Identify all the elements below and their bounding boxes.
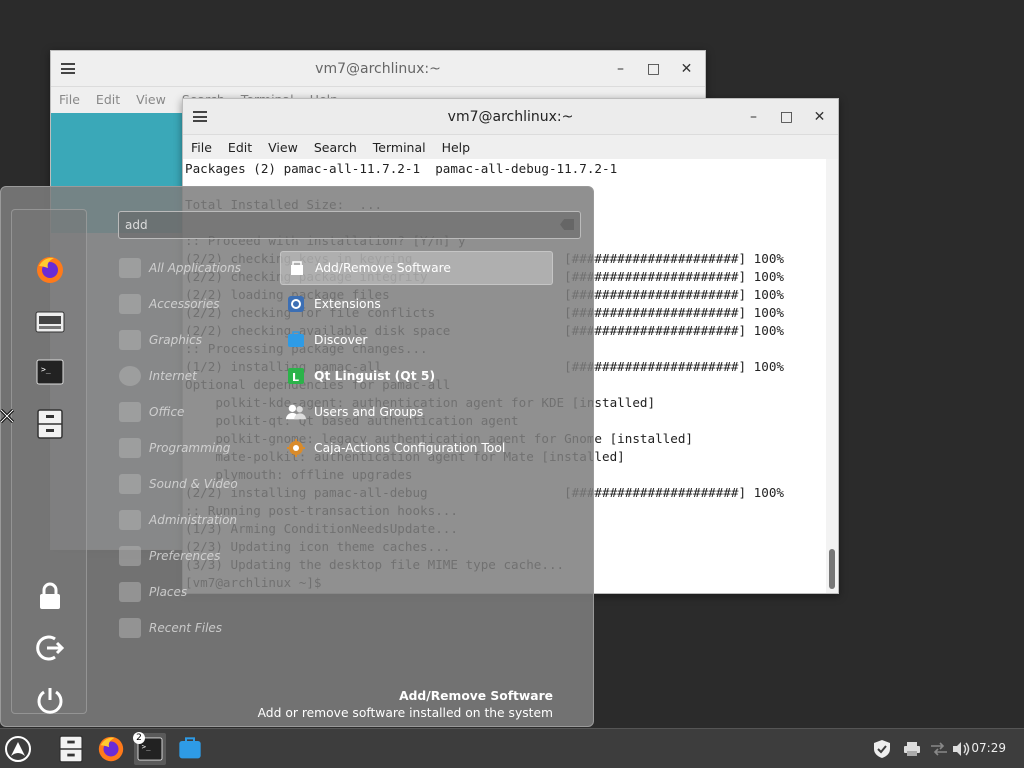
firefox-icon[interactable] bbox=[32, 252, 68, 288]
category-preferences[interactable]: Preferences bbox=[119, 541, 269, 571]
hamburger-menu-icon[interactable] bbox=[193, 111, 207, 122]
power-icon[interactable] bbox=[32, 682, 68, 718]
app-qt-linguist[interactable]: L Qt Linguist (Qt 5) bbox=[280, 359, 553, 393]
grid-icon bbox=[119, 258, 141, 278]
favorites-bar: >_ bbox=[11, 209, 87, 714]
file-cabinet-icon[interactable] bbox=[32, 406, 68, 442]
menubar: File Edit View Search Terminal Help bbox=[183, 135, 838, 159]
hamburger-menu-icon[interactable] bbox=[61, 63, 75, 74]
office-icon bbox=[119, 402, 141, 422]
menu-terminal[interactable]: Terminal bbox=[365, 140, 434, 155]
package-icon bbox=[287, 258, 307, 278]
maximize-icon[interactable]: □ bbox=[770, 109, 803, 125]
minimize-icon[interactable]: – bbox=[737, 109, 770, 125]
menu-view[interactable]: View bbox=[128, 92, 174, 107]
scrollbar[interactable] bbox=[826, 159, 838, 593]
menu-file[interactable]: File bbox=[51, 92, 88, 107]
terminal-icon[interactable]: >_ bbox=[32, 354, 68, 390]
discover-icon bbox=[286, 330, 306, 350]
x-cursor-icon bbox=[0, 409, 14, 423]
svg-text:L: L bbox=[292, 371, 299, 384]
menu-edit[interactable]: Edit bbox=[88, 92, 128, 107]
category-administration[interactable]: Administration bbox=[119, 505, 269, 535]
recent-icon bbox=[119, 618, 141, 638]
search-box[interactable] bbox=[118, 211, 581, 239]
category-office[interactable]: Office bbox=[119, 397, 269, 427]
search-input[interactable] bbox=[125, 216, 545, 234]
firefox-icon bbox=[98, 736, 124, 762]
application-menu: >_ All Applications Accessories Graphics… bbox=[0, 186, 594, 727]
app-menu-button[interactable] bbox=[2, 733, 34, 765]
menu-edit[interactable]: Edit bbox=[220, 140, 260, 155]
app-users-and-groups[interactable]: Users and Groups bbox=[280, 395, 553, 429]
file-cabinet-icon bbox=[59, 735, 83, 763]
taskbar-firefox[interactable] bbox=[95, 733, 127, 765]
media-icon bbox=[119, 474, 141, 494]
menu-help[interactable]: Help bbox=[434, 140, 479, 155]
folder-icon bbox=[119, 582, 141, 602]
app-description-panel: Add/Remove Software Add or remove softwa… bbox=[258, 689, 553, 720]
users-icon bbox=[286, 402, 306, 422]
category-accessories[interactable]: Accessories bbox=[119, 289, 269, 319]
app-caja-actions[interactable]: Caja-Actions Configuration Tool bbox=[280, 431, 553, 465]
category-recent-files[interactable]: Recent Files bbox=[119, 613, 269, 643]
taskbar-terminal[interactable]: >_ 2 bbox=[133, 732, 166, 765]
category-places[interactable]: Places bbox=[119, 577, 269, 607]
arch-logo-icon bbox=[5, 736, 31, 762]
category-graphics[interactable]: Graphics bbox=[119, 325, 269, 355]
logout-icon[interactable] bbox=[32, 630, 68, 666]
lock-icon[interactable] bbox=[32, 578, 68, 614]
menu-search[interactable]: Search bbox=[306, 140, 365, 155]
admin-icon bbox=[119, 510, 141, 530]
menu-file[interactable]: File bbox=[183, 140, 220, 155]
titlebar[interactable]: vm7@archlinux:~ – □ ✕ bbox=[51, 51, 705, 87]
category-internet[interactable]: Internet bbox=[119, 361, 269, 391]
extensions-icon bbox=[286, 294, 306, 314]
linguist-icon: L bbox=[286, 366, 306, 386]
globe-icon bbox=[119, 366, 141, 386]
category-sound-video[interactable]: Sound & Video bbox=[119, 469, 269, 499]
app-description-title: Add/Remove Software bbox=[399, 689, 553, 703]
app-description-text: Add or remove software installed on the … bbox=[257, 706, 553, 720]
preferences-icon bbox=[119, 546, 141, 566]
graphics-icon bbox=[119, 330, 141, 350]
window-count-badge: 2 bbox=[133, 732, 145, 744]
taskbar: >_ 2 07:29 bbox=[0, 728, 1024, 768]
clock[interactable]: 07:29 bbox=[971, 741, 1006, 755]
volume-icon[interactable] bbox=[950, 738, 972, 760]
shield-icon[interactable] bbox=[870, 738, 894, 760]
taskbar-discover[interactable] bbox=[174, 733, 206, 765]
maximize-icon[interactable]: □ bbox=[637, 61, 670, 77]
app-extensions[interactable]: Extensions bbox=[280, 287, 553, 321]
close-icon[interactable]: ✕ bbox=[670, 61, 703, 77]
discover-icon bbox=[179, 737, 201, 759]
taskbar-file-manager[interactable] bbox=[55, 733, 87, 765]
close-icon[interactable]: ✕ bbox=[803, 109, 836, 125]
window-controls: – □ ✕ bbox=[604, 51, 703, 87]
svg-text:>_: >_ bbox=[41, 365, 51, 374]
software-manager-icon[interactable] bbox=[32, 304, 68, 340]
terminal-line: Packages (2) pamac-all-11.7.2-1 pamac-al… bbox=[185, 161, 618, 176]
accessories-icon bbox=[119, 294, 141, 314]
app-add-remove-software[interactable]: Add/Remove Software bbox=[280, 251, 553, 285]
titlebar[interactable]: vm7@archlinux:~ – □ ✕ bbox=[183, 99, 838, 135]
app-discover[interactable]: Discover bbox=[280, 323, 553, 357]
scrollbar-thumb[interactable] bbox=[829, 549, 835, 589]
clear-search-icon[interactable] bbox=[560, 219, 574, 230]
network-icon[interactable] bbox=[927, 738, 951, 760]
printer-icon[interactable] bbox=[900, 738, 924, 760]
programming-icon bbox=[119, 438, 141, 458]
category-programming[interactable]: Programming bbox=[119, 433, 269, 463]
caja-actions-icon bbox=[286, 438, 306, 458]
menu-view[interactable]: View bbox=[260, 140, 306, 155]
window-controls: – □ ✕ bbox=[737, 99, 836, 135]
category-all-applications[interactable]: All Applications bbox=[119, 253, 269, 283]
svg-text:>_: >_ bbox=[142, 742, 151, 751]
minimize-icon[interactable]: – bbox=[604, 61, 637, 77]
